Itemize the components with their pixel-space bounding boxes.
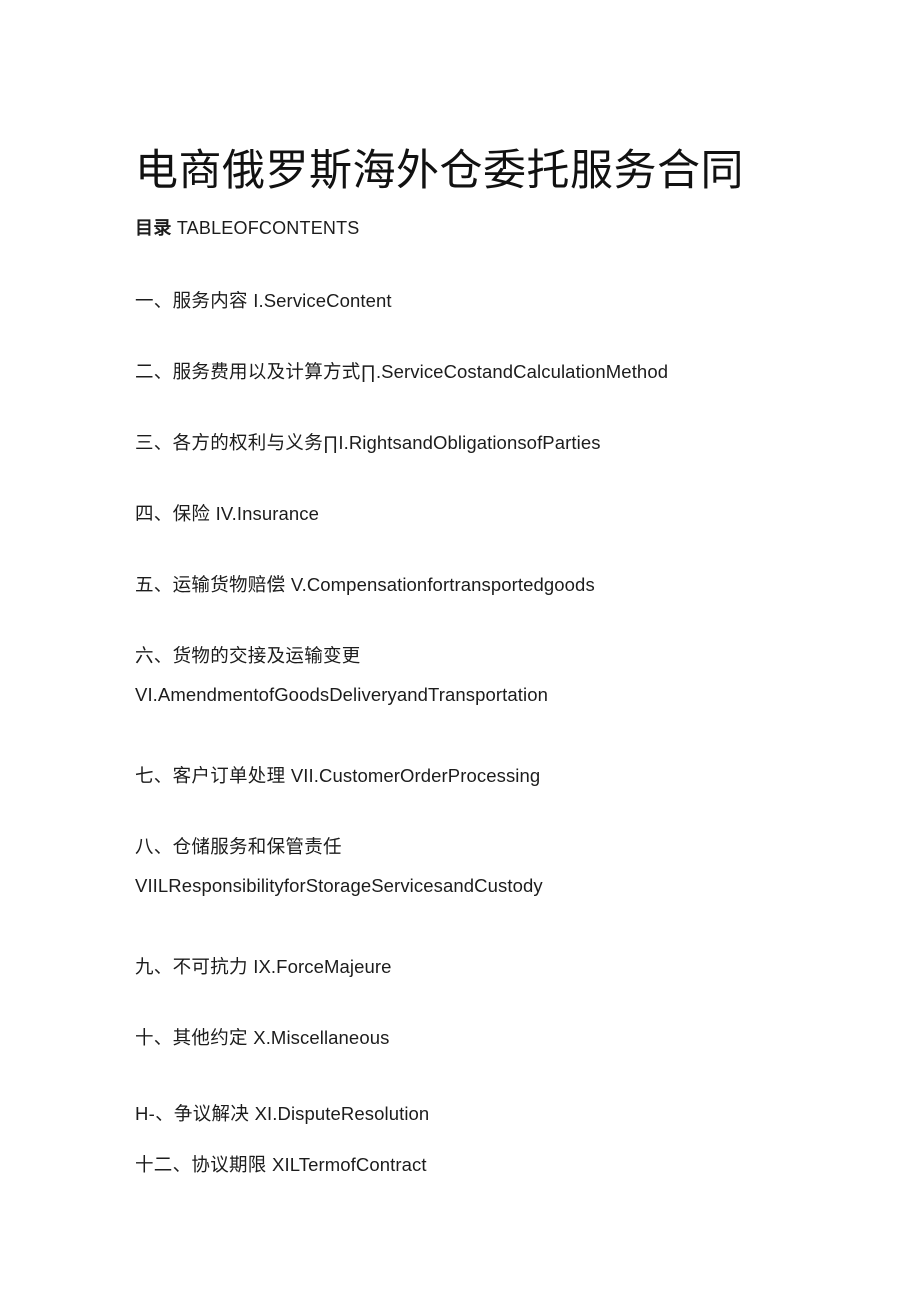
toc-entry-line: 四、保险 IV.Insurance xyxy=(135,501,875,528)
table-of-contents-heading: 目录 TABLEOFCONTENTS xyxy=(135,215,360,242)
toc-entry[interactable]: 九、不可抗力 IX.ForceMajeure xyxy=(135,954,875,981)
toc-entry-latin: IV.Insurance xyxy=(215,503,320,524)
toc-entry[interactable]: 六、货物的交接及运输变更 VI.AmendmentofGoodsDeliverya… xyxy=(135,643,875,709)
toc-entry[interactable]: 五、运输货物赔偿 V.Compensationfortransportedgoo… xyxy=(135,572,875,599)
toc-heading-latin: TABLEOFCONTENTS xyxy=(176,218,360,238)
toc-entry-cjk: 一、服务内容 xyxy=(135,290,254,311)
toc-entry[interactable]: 十、其他约定 X.Miscellaneous xyxy=(135,1025,875,1052)
toc-entry-line: 五、运输货物赔偿 V.Compensationfortransportedgoo… xyxy=(135,572,875,599)
toc-entry-latin: XILTermofContract xyxy=(272,1154,427,1175)
toc-entry-line: H-、争议解决 XI.DisputeResolution xyxy=(135,1101,875,1128)
toc-heading-cjk: 目录 xyxy=(135,218,172,238)
toc-entry-cjk: 十、其他约定 xyxy=(135,1027,254,1048)
toc-entry[interactable]: 四、保险 IV.Insurance xyxy=(135,501,875,528)
toc-entry-line: 九、不可抗力 IX.ForceMajeure xyxy=(135,954,875,981)
toc-entry-line: VI.AmendmentofGoodsDeliveryandTransporta… xyxy=(135,682,875,709)
toc-entry-line: 七、客户订单处理 VII.CustomerOrderProcessing xyxy=(135,763,875,790)
toc-entry-line: 一、服务内容 I.ServiceContent xyxy=(135,288,875,315)
toc-entry[interactable]: 十二、协议期限 XILTermofContract xyxy=(135,1152,875,1179)
toc-entry[interactable]: 二、服务费用以及计算方式∏.ServiceCostandCalculationM… xyxy=(135,359,875,386)
toc-entry-cjk: 三、各方的权利与义务 xyxy=(135,432,324,453)
toc-entry-latin: IX.ForceMajeure xyxy=(253,956,392,977)
toc-entry[interactable]: 七、客户订单处理 VII.CustomerOrderProcessing xyxy=(135,763,875,790)
toc-entry-cjk: 九、不可抗力 xyxy=(135,956,254,977)
toc-entry-cjk: 十二、协议期限 xyxy=(135,1154,273,1175)
toc-entry-line: 六、货物的交接及运输变更 xyxy=(135,643,875,670)
toc-entry-line: 十二、协议期限 XILTermofContract xyxy=(135,1152,875,1179)
toc-entry[interactable]: 一、服务内容 I.ServiceContent xyxy=(135,288,875,315)
toc-entry-latin: XI.DisputeResolution xyxy=(254,1103,430,1124)
toc-entry-latin: V.Compensationfortransportedgoods xyxy=(290,574,595,595)
toc-entry-cjk: 八、仓储服务和保管责任 xyxy=(135,836,342,857)
document-title: 电商俄罗斯海外仓委托服务合同 xyxy=(135,147,744,195)
toc-entry[interactable]: 八、仓储服务和保管责任 VIILResponsibilityforStorageS… xyxy=(135,834,875,900)
toc-entry[interactable]: 三、各方的权利与义务∏I.RightsandObligationsofParti… xyxy=(135,430,875,457)
toc-entry-cjk: 四、保险 xyxy=(135,503,216,524)
toc-entry-latin: VI.AmendmentofGoodsDeliveryandTransporta… xyxy=(135,683,548,705)
toc-entry-latin: ∏.ServiceCostandCalculationMethod xyxy=(360,361,669,382)
toc-entry-latin: ∏I.RightsandObligationsofParties xyxy=(323,432,601,453)
document-page: 电商俄罗斯海外仓委托服务合同 目录 TABLEOFCONTENTS 一、服务内容… xyxy=(0,0,920,1301)
toc-entry-cjk: 五、运输货物赔偿 xyxy=(135,574,291,595)
toc-entry-cjk: 二、服务费用以及计算方式 xyxy=(135,361,361,382)
toc-entry-line: 三、各方的权利与义务∏I.RightsandObligationsofParti… xyxy=(135,430,875,457)
toc-entry-latin: VII.CustomerOrderProcessing xyxy=(290,765,541,786)
toc-entry-latin: I.ServiceContent xyxy=(253,290,392,311)
toc-entry-line: 十、其他约定 X.Miscellaneous xyxy=(135,1025,875,1052)
toc-entry-cjk: 七、客户订单处理 xyxy=(135,765,291,786)
toc-entry-latin: X.Miscellaneous xyxy=(253,1027,390,1048)
toc-entry-line: 二、服务费用以及计算方式∏.ServiceCostandCalculationM… xyxy=(135,359,875,386)
toc-entry[interactable]: H-、争议解决 XI.DisputeResolution xyxy=(135,1101,875,1128)
toc-entry-cjk: 六、货物的交接及运输变更 xyxy=(135,645,361,666)
toc-entry-latin: VIILResponsibilityforStorageServicesandC… xyxy=(135,874,543,896)
toc-entry-line: VIILResponsibilityforStorageServicesandC… xyxy=(135,873,875,900)
toc-entry-cjk: H-、争议解决 xyxy=(135,1103,255,1124)
toc-entry-line: 八、仓储服务和保管责任 xyxy=(135,834,875,861)
